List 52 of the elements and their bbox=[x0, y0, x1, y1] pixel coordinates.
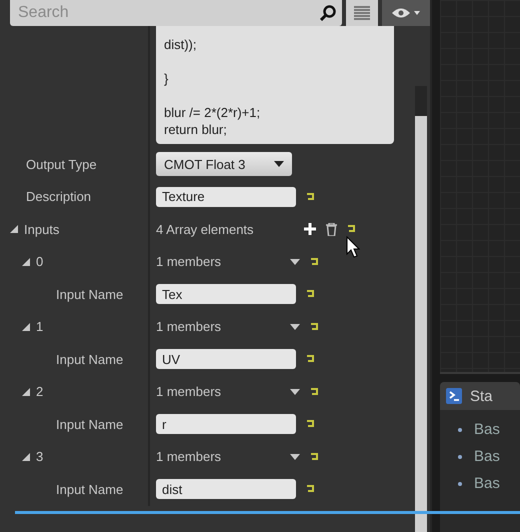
eye-icon bbox=[391, 7, 421, 19]
caret-icon[interactable] bbox=[290, 324, 300, 330]
pointer-cursor-icon bbox=[346, 236, 360, 258]
property-label: Description bbox=[26, 189, 92, 204]
property-label: 0 bbox=[36, 254, 44, 270]
bullet-icon bbox=[458, 454, 462, 458]
text-field[interactable]: r bbox=[156, 414, 296, 434]
caret-icon[interactable] bbox=[290, 454, 300, 460]
expand-triangle-icon[interactable] bbox=[22, 322, 30, 331]
stats-item: Bas bbox=[474, 475, 500, 492]
code-editor[interactable]: dist)); } blur /= 2*(2*r)+1; return blur; bbox=[156, 26, 394, 144]
members-count: 1 members bbox=[156, 319, 222, 334]
caret-icon bbox=[274, 161, 284, 168]
property-label: Input Name bbox=[56, 416, 124, 432]
list-view-button[interactable] bbox=[346, 0, 378, 26]
stats-item: Bas bbox=[474, 448, 500, 465]
search-icon bbox=[320, 5, 336, 21]
text-field[interactable]: Texture bbox=[156, 186, 296, 207]
members-count: 1 members bbox=[156, 254, 222, 270]
plus-icon[interactable] bbox=[304, 223, 316, 236]
search-field[interactable]: Search bbox=[16, 3, 320, 23]
property-label: Output Type bbox=[26, 156, 97, 172]
stats-item: Bas bbox=[474, 421, 500, 438]
output-type-dropdown[interactable]: CMOT Float 3 bbox=[156, 152, 292, 176]
property-label: 3 bbox=[36, 449, 44, 464]
property-label: Input Name bbox=[56, 352, 124, 367]
expand-triangle-icon[interactable] bbox=[22, 388, 30, 396]
expand-triangle-icon[interactable] bbox=[10, 225, 18, 234]
stats-tab[interactable]: Sta bbox=[440, 382, 520, 410]
members-count: 1 members bbox=[156, 384, 222, 400]
property-label: Inputs bbox=[24, 222, 60, 237]
list-icon bbox=[354, 6, 370, 20]
caret-icon[interactable] bbox=[290, 388, 300, 395]
members-count: 1 members bbox=[156, 449, 222, 464]
property-label: 1 bbox=[36, 319, 44, 334]
property-label: Input Name bbox=[56, 482, 124, 497]
text-field[interactable]: dist bbox=[156, 479, 296, 500]
property-label: Input Name bbox=[56, 286, 124, 302]
bullet-icon bbox=[458, 482, 462, 486]
bullet-icon bbox=[458, 428, 462, 432]
search-box[interactable]: Search bbox=[10, 0, 342, 26]
trash-icon[interactable] bbox=[326, 222, 337, 236]
visibility-button[interactable] bbox=[382, 0, 430, 26]
expand-triangle-icon[interactable] bbox=[22, 258, 30, 266]
property-label: 2 bbox=[36, 384, 44, 400]
array-count: 4 Array elements bbox=[156, 222, 255, 237]
text-field[interactable]: UV bbox=[156, 349, 296, 370]
caret-icon[interactable] bbox=[290, 258, 300, 265]
terminal-icon bbox=[446, 388, 462, 404]
scrollbar-thumb[interactable] bbox=[415, 116, 427, 532]
expand-triangle-icon[interactable] bbox=[22, 452, 30, 461]
text-field[interactable]: Tex bbox=[156, 284, 296, 304]
